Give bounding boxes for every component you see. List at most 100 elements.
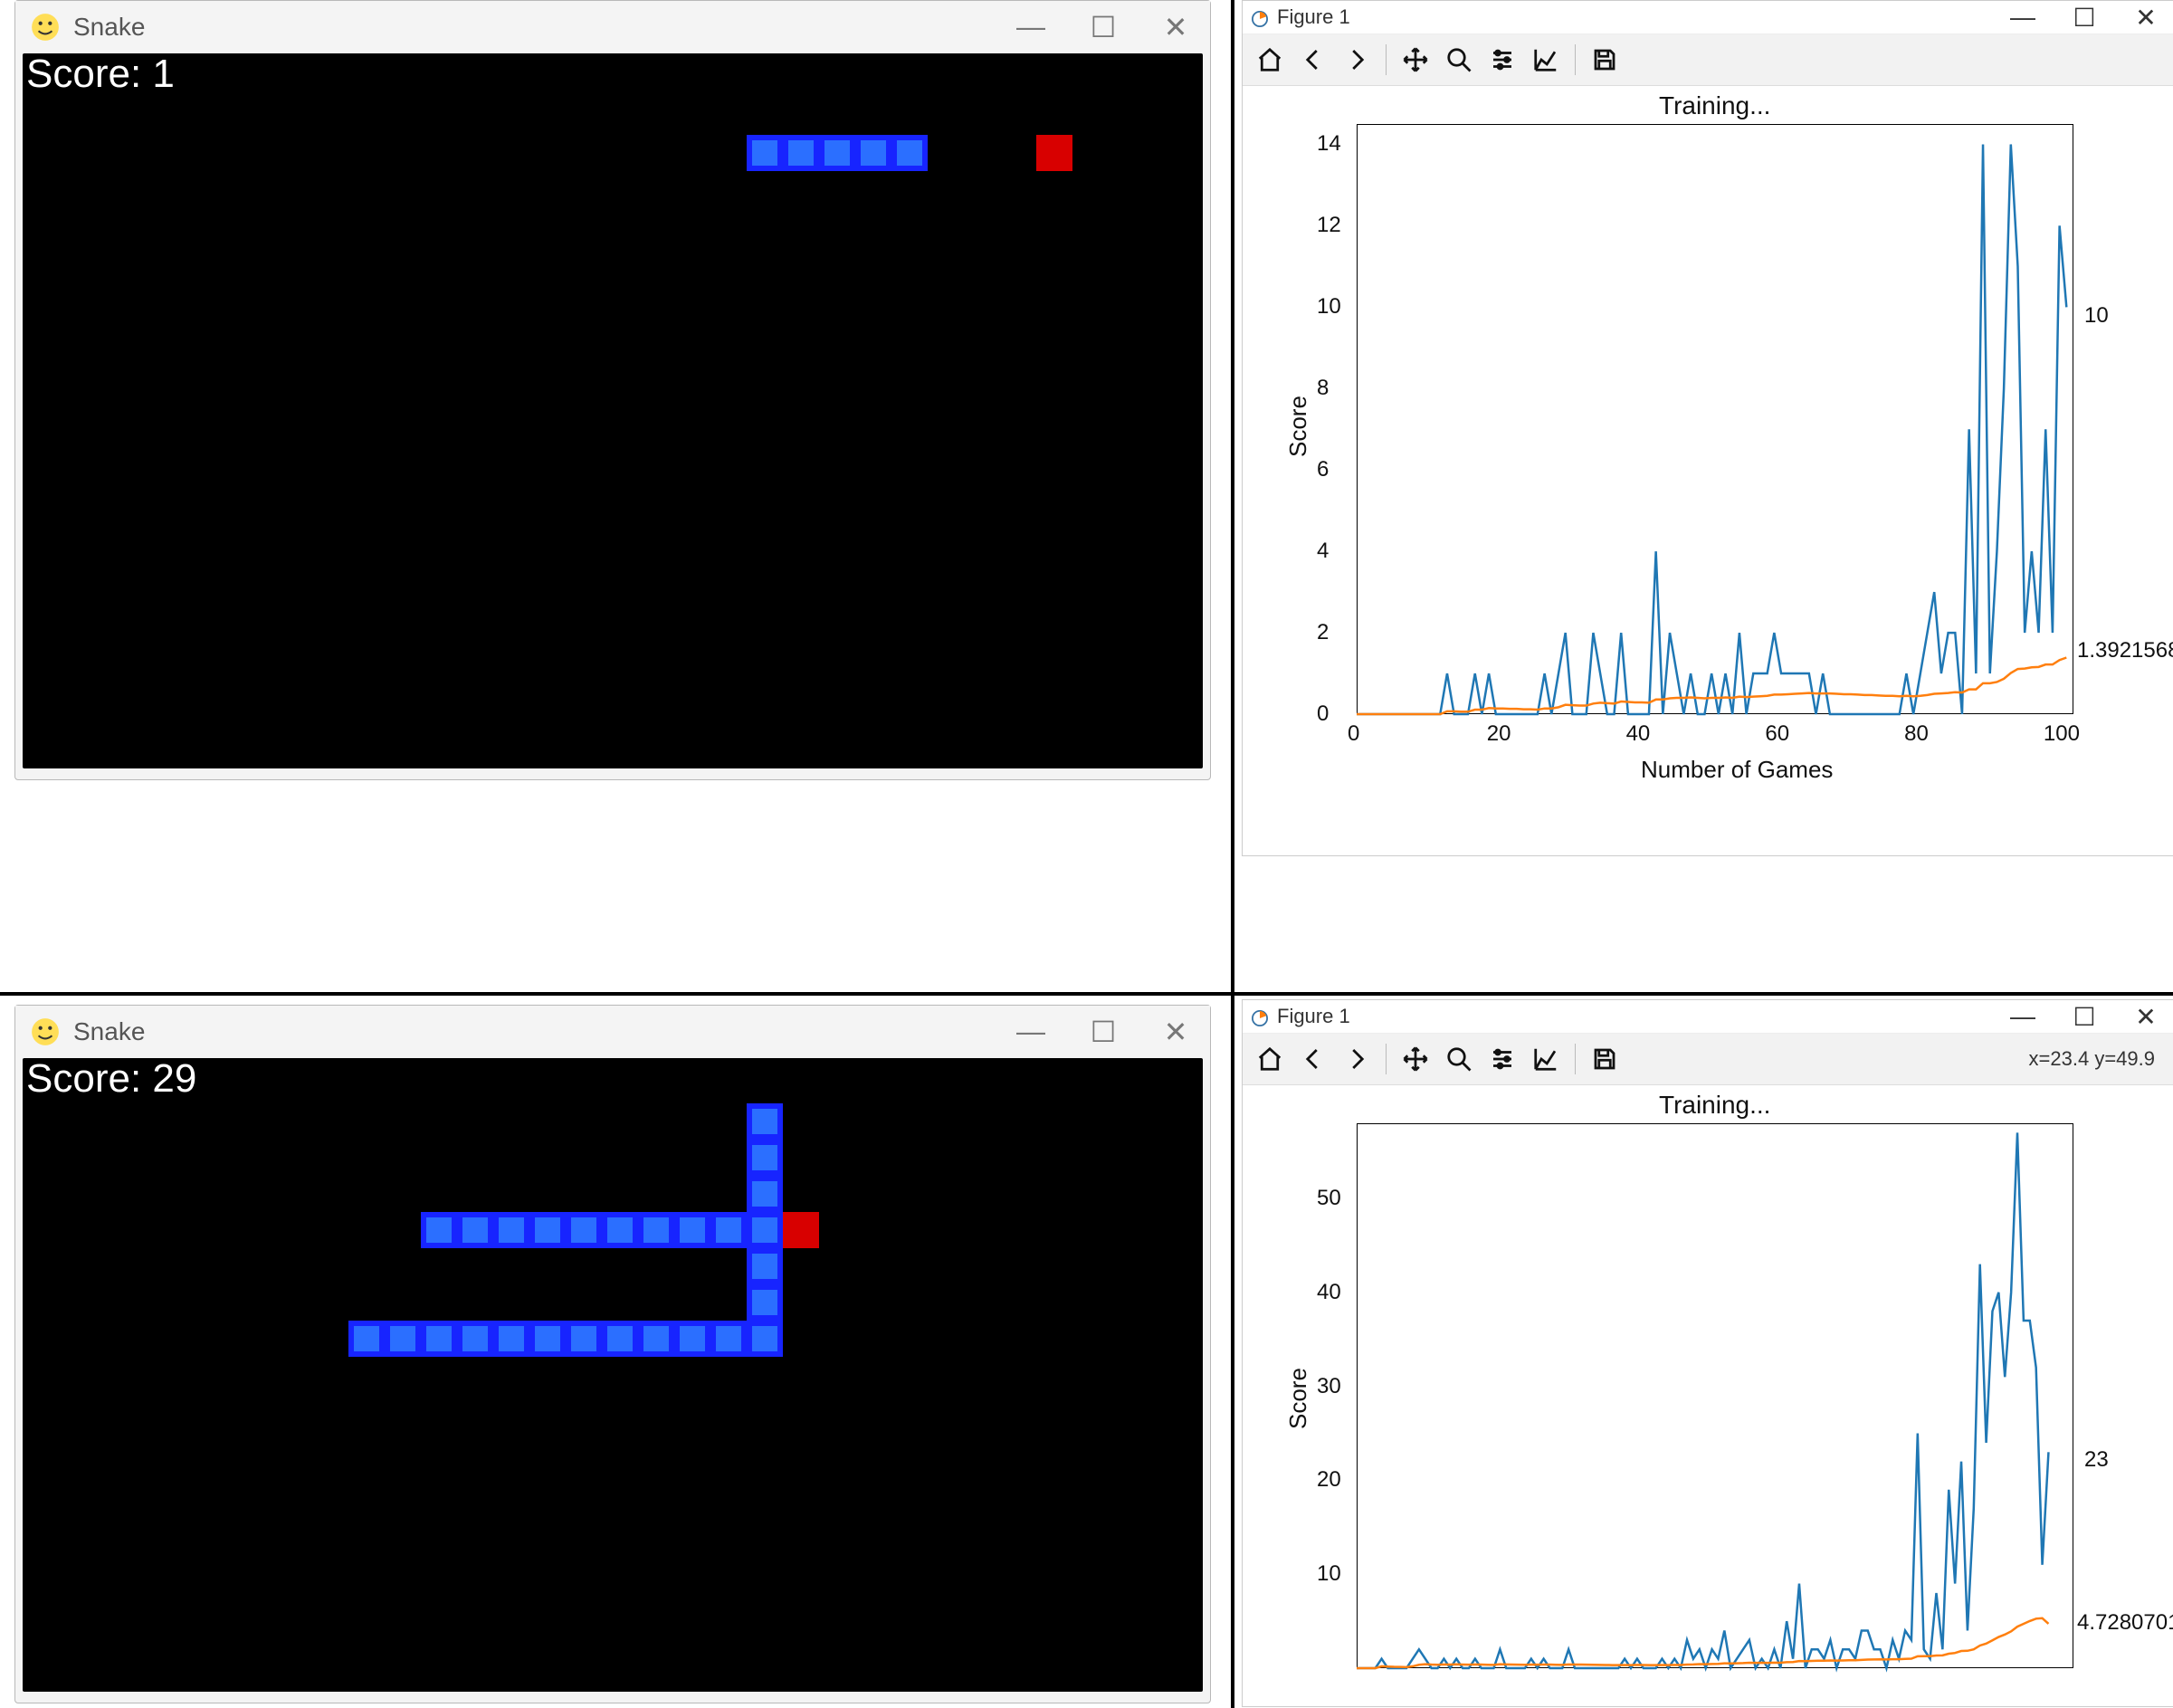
- close-button[interactable]: ✕: [1156, 10, 1196, 44]
- series-end-label-score: 23: [2084, 1447, 2109, 1473]
- window-title: Figure 1: [1277, 1005, 1350, 1028]
- x-tick: 60: [1765, 721, 1789, 747]
- snake-segment: [348, 1321, 385, 1357]
- snake-segment: [747, 135, 783, 171]
- zoom-icon[interactable]: [1441, 42, 1477, 78]
- figure-toolbar: [1243, 34, 2173, 86]
- snake-segment: [855, 135, 891, 171]
- snake-segment: [710, 1321, 747, 1357]
- plot-area: Training... Score 23 4.728070175 1020304…: [1243, 1085, 2173, 1706]
- zoom-icon[interactable]: [1441, 1041, 1477, 1077]
- snake-segment: [457, 1212, 493, 1248]
- series-end-label-mean: 4.728070175: [2077, 1610, 2173, 1636]
- minimize-button[interactable]: —: [2005, 1002, 2041, 1032]
- maximize-button[interactable]: ☐: [2066, 3, 2102, 33]
- snake-segment: [385, 1321, 421, 1357]
- snake-segment: [783, 135, 819, 171]
- figure-window-bottom: Figure 1 — ☐ ✕ x=23.4 y=49.9 Training...…: [1242, 999, 2173, 1707]
- score-label: Score: 29: [26, 1058, 196, 1102]
- move-icon[interactable]: [1397, 42, 1434, 78]
- minimize-button[interactable]: —: [1011, 10, 1051, 44]
- maximize-button[interactable]: ☐: [1083, 1015, 1123, 1049]
- snake-segment: [566, 1321, 602, 1357]
- food: [1036, 135, 1072, 171]
- titlebar: Snake — ☐ ✕: [15, 1006, 1210, 1058]
- back-icon[interactable]: [1295, 42, 1331, 78]
- titlebar: Snake — ☐ ✕: [15, 1, 1210, 53]
- x-axis-label: Number of Games: [1641, 756, 1833, 784]
- axes-icon[interactable]: [1528, 42, 1564, 78]
- snake-segment: [529, 1212, 566, 1248]
- game-surface: Score: 1: [23, 53, 1203, 768]
- snake-segment: [602, 1321, 638, 1357]
- toolbar-separator: [1575, 1044, 1576, 1074]
- snake-segment: [602, 1212, 638, 1248]
- forward-icon[interactable]: [1339, 1041, 1375, 1077]
- axes-icon[interactable]: [1528, 1041, 1564, 1077]
- plot-area: Training... Score Number of Games 10 1.3…: [1243, 86, 2173, 855]
- snake-segment: [747, 1212, 783, 1248]
- snake-window-bottom: Snake — ☐ ✕ Score: 29: [14, 1005, 1211, 1703]
- snake-segment: [421, 1212, 457, 1248]
- snake-segment: [493, 1212, 529, 1248]
- home-icon[interactable]: [1252, 42, 1288, 78]
- score-label: Score: 1: [26, 53, 175, 97]
- window-title: Snake: [73, 13, 145, 42]
- close-button[interactable]: ✕: [2128, 3, 2164, 33]
- titlebar: Figure 1 — ☐ ✕: [1243, 1, 2173, 34]
- figure-toolbar: x=23.4 y=49.9: [1243, 1034, 2173, 1085]
- snake-segment: [421, 1321, 457, 1357]
- snake-segment: [493, 1321, 529, 1357]
- toolbar-separator: [1575, 44, 1576, 75]
- maximize-button[interactable]: ☐: [1083, 10, 1123, 44]
- minimize-button[interactable]: —: [1011, 1015, 1051, 1049]
- snake-segment: [566, 1212, 602, 1248]
- snake-segment: [747, 1176, 783, 1212]
- snake-segment: [710, 1212, 747, 1248]
- close-button[interactable]: ✕: [1156, 1015, 1196, 1049]
- save-icon[interactable]: [1587, 42, 1623, 78]
- back-icon[interactable]: [1295, 1041, 1331, 1077]
- save-icon[interactable]: [1587, 1041, 1623, 1077]
- window-title: Snake: [73, 1017, 145, 1046]
- minimize-button[interactable]: —: [2005, 3, 2041, 33]
- snake-segment: [638, 1321, 674, 1357]
- x-tick: 20: [1487, 721, 1511, 747]
- window-title: Figure 1: [1277, 5, 1350, 29]
- x-tick: 0: [1348, 721, 1359, 747]
- titlebar: Figure 1 — ☐ ✕: [1243, 1000, 2173, 1034]
- move-icon[interactable]: [1397, 1041, 1434, 1077]
- toolbar-separator: [1386, 1044, 1387, 1074]
- snake-segment: [529, 1321, 566, 1357]
- snake-segment: [457, 1321, 493, 1357]
- pygame-logo-icon: [30, 12, 61, 43]
- snake-segment: [891, 135, 928, 171]
- toolbar-separator: [1386, 44, 1387, 75]
- series-score: [1357, 144, 2066, 714]
- configure-icon[interactable]: [1484, 42, 1520, 78]
- configure-icon[interactable]: [1484, 1041, 1520, 1077]
- food: [783, 1212, 819, 1248]
- snake-segment: [674, 1212, 710, 1248]
- snake-segment: [674, 1321, 710, 1357]
- forward-icon[interactable]: [1339, 42, 1375, 78]
- chart-lines: [1243, 1085, 2082, 1677]
- game-surface: Score: 29: [23, 1058, 1203, 1692]
- layout-divider-horizontal: [0, 992, 2173, 996]
- snake-segment: [638, 1212, 674, 1248]
- matplotlib-icon: [1252, 1008, 1268, 1025]
- snake-segment: [747, 1248, 783, 1284]
- x-tick: 40: [1626, 721, 1651, 747]
- coord-readout: x=23.4 y=49.9: [2029, 1047, 2164, 1071]
- close-button[interactable]: ✕: [2128, 1002, 2164, 1032]
- home-icon[interactable]: [1252, 1041, 1288, 1077]
- layout-divider-vertical: [1231, 0, 1234, 1708]
- snake-segment: [747, 1321, 783, 1357]
- snake-segment: [747, 1140, 783, 1176]
- matplotlib-icon: [1252, 9, 1268, 25]
- maximize-button[interactable]: ☐: [2066, 1002, 2102, 1032]
- snake-segment: [819, 135, 855, 171]
- series-end-label-score: 10: [2084, 303, 2109, 329]
- snake-window-top: Snake — ☐ ✕ Score: 1: [14, 0, 1211, 780]
- series-score: [1357, 1132, 2048, 1668]
